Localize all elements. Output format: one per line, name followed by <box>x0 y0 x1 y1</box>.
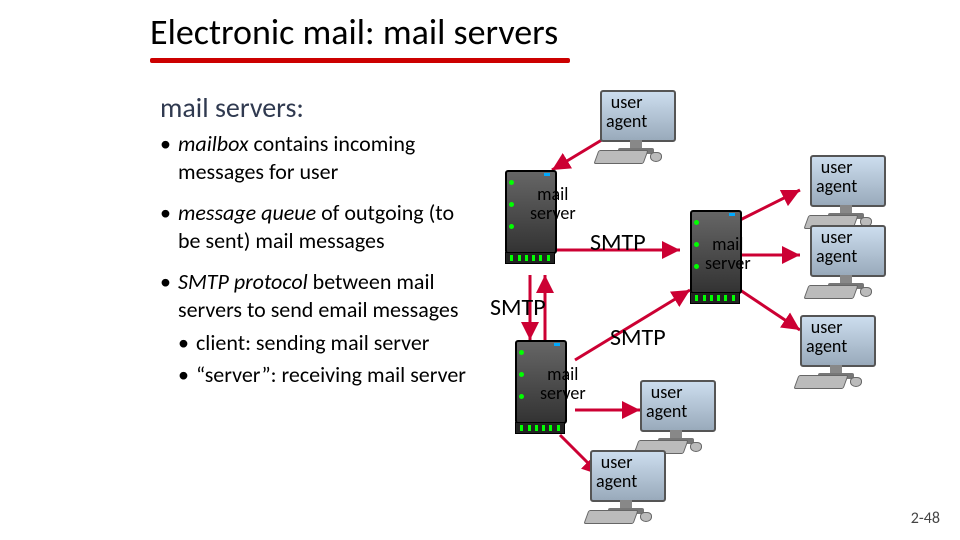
label-smtp: SMTP <box>490 295 546 320</box>
label-mail-server: mailserver <box>540 365 586 403</box>
bullet-message-queue: message queue of outgoing (to be sent) m… <box>160 199 480 254</box>
label-mail-server: mailserver <box>530 185 576 223</box>
label-user-agent: useragent <box>806 318 847 356</box>
label-user-agent: useragent <box>816 228 857 266</box>
label-smtp: SMTP <box>590 230 646 255</box>
term-message-queue: message queue <box>178 199 316 226</box>
bullet-smtp-client: client: sending mail server <box>178 329 480 357</box>
subtitle: mail servers: <box>160 90 304 125</box>
slide-title: Electronic mail: mail servers <box>150 10 558 54</box>
label-user-agent: useragent <box>596 453 637 491</box>
page-number: 2-48 <box>911 509 940 528</box>
bullet-smtp: SMTP protocol between mail servers to se… <box>160 268 480 388</box>
slide: Electronic mail: mail servers mail serve… <box>0 0 960 540</box>
bullet-list: mailbox contains incoming messages for u… <box>160 130 480 402</box>
label-user-agent: useragent <box>816 158 857 196</box>
term-smtp: SMTP protocol <box>178 268 308 295</box>
bullet-mailbox: mailbox contains incoming messages for u… <box>160 130 480 185</box>
term-mailbox: mailbox <box>178 130 249 157</box>
label-user-agent: useragent <box>606 93 647 131</box>
label-user-agent: useragent <box>646 383 687 421</box>
diagram: mailserver mailserver mailserver userage… <box>480 80 940 500</box>
label-smtp: SMTP <box>610 325 666 350</box>
label-mail-server: mailserver <box>705 235 751 273</box>
bullet-smtp-server: “server”: receiving mail server <box>178 361 480 389</box>
title-underline <box>150 58 570 63</box>
